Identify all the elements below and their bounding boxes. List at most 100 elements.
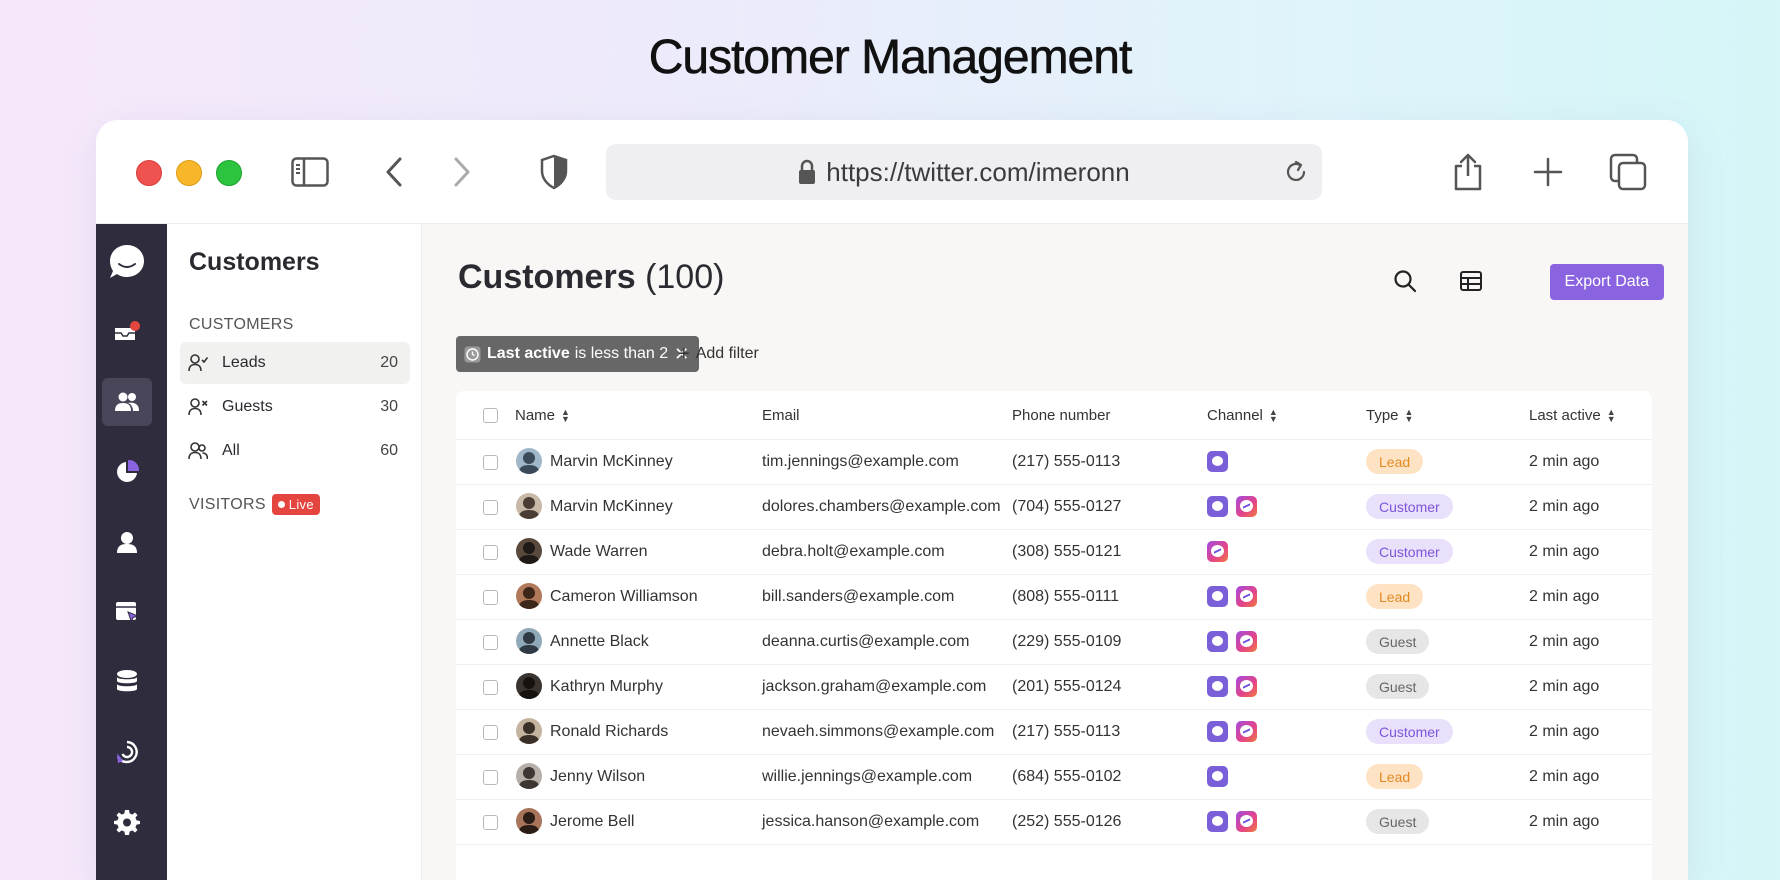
- customer-name[interactable]: Jenny Wilson: [550, 768, 645, 786]
- subnav-item-count: 20: [380, 354, 398, 371]
- subnav-title: Customers: [189, 248, 320, 276]
- table-row[interactable]: Annette Black deanna.curtis@example.com (2…: [456, 619, 1652, 665]
- reload-icon[interactable]: [1282, 158, 1310, 186]
- customer-channels: [1207, 586, 1265, 607]
- minimize-window-button[interactable]: [176, 160, 202, 186]
- customer-phone: (217) 555-0113: [1012, 723, 1121, 740]
- inbox-icon[interactable]: [102, 308, 152, 356]
- table-row[interactable]: Kathryn Murphy jackson.graham@example.com…: [456, 664, 1652, 710]
- table-icon: [1460, 271, 1482, 291]
- shield-icon[interactable]: [534, 152, 574, 192]
- database-icon[interactable]: [102, 658, 152, 706]
- type-badge: Guest: [1366, 809, 1430, 834]
- table-row[interactable]: Marvin McKinney dolores.chambers@example.…: [456, 484, 1652, 530]
- live-badge[interactable]: Live: [271, 494, 320, 515]
- column-header-name[interactable]: Name ▲ ▼: [515, 407, 570, 424]
- customer-email: jackson.graham@example.com: [762, 678, 987, 695]
- reports-pie-icon[interactable]: [102, 448, 152, 496]
- table-row[interactable]: Ronald Richards nevaeh.simmons@example.co…: [456, 709, 1652, 755]
- messenger-channel-icon: [1236, 811, 1257, 832]
- chat-channel-icon: [1207, 811, 1228, 832]
- type-badge: Lead: [1366, 449, 1424, 474]
- customer-phone: (252) 555-0126: [1012, 813, 1122, 830]
- customer-email: tim.jennings@example.com: [762, 453, 959, 470]
- close-window-button[interactable]: [136, 160, 162, 186]
- table-view-button[interactable]: [1452, 262, 1490, 300]
- customer-phone: (684) 555-0102: [1012, 768, 1122, 785]
- column-header-type[interactable]: Type ▲ ▼: [1366, 407, 1413, 424]
- share-icon[interactable]: [1448, 152, 1488, 192]
- new-tab-icon[interactable]: [1528, 152, 1568, 192]
- row-checkbox[interactable]: [483, 590, 498, 605]
- automation-icon[interactable]: [102, 728, 152, 776]
- search-button[interactable]: [1386, 262, 1424, 300]
- row-checkbox[interactable]: [483, 455, 498, 470]
- add-filter-label: Add filter: [695, 345, 759, 362]
- filter-chip-last-active[interactable]: Last active is less than 2 ✕: [456, 336, 700, 372]
- customer-name[interactable]: Marvin McKinney: [550, 498, 673, 516]
- customer-name[interactable]: Kathryn Murphy: [550, 678, 663, 696]
- row-checkbox[interactable]: [483, 500, 498, 515]
- subnav-item-guests[interactable]: Guests 30: [180, 386, 410, 428]
- avatar: [516, 493, 542, 519]
- table-row[interactable]: Cameron Williamson bill.sanders@example.c…: [456, 574, 1652, 620]
- widget-icon[interactable]: [102, 588, 152, 636]
- tabs-overview-icon[interactable]: [1608, 152, 1648, 192]
- chat-channel-icon: [1207, 586, 1228, 607]
- messenger-channel-icon: [1207, 541, 1228, 562]
- customer-channels: [1207, 721, 1265, 742]
- browser-toolbar: https://twitter.com/imeronn: [96, 120, 1688, 225]
- customer-email: jessica.hanson@example.com: [762, 813, 980, 830]
- chat-logo-icon[interactable]: [102, 238, 152, 286]
- customer-name[interactable]: Ronald Richards: [550, 723, 668, 741]
- add-filter-button[interactable]: + Add filter: [678, 336, 759, 372]
- settings-gear-icon[interactable]: [102, 798, 152, 846]
- subnav-item-all[interactable]: All 60: [180, 430, 410, 472]
- chat-channel-icon: [1207, 631, 1228, 652]
- customer-name[interactable]: Annette Black: [550, 633, 649, 651]
- table-row[interactable]: Jenny Wilson willie.jennings@example.com (…: [456, 754, 1652, 800]
- customer-count: (100): [645, 258, 725, 296]
- customer-name[interactable]: Cameron Williamson: [550, 588, 698, 606]
- customers-icon[interactable]: [102, 378, 152, 426]
- row-checkbox[interactable]: [483, 725, 498, 740]
- agent-icon[interactable]: [102, 518, 152, 566]
- customer-name[interactable]: Wade Warren: [550, 543, 648, 561]
- customer-phone: (808) 555-0111: [1012, 588, 1120, 605]
- avatar: [516, 448, 542, 474]
- avatar: [516, 628, 542, 654]
- select-all-checkbox[interactable]: [483, 408, 498, 423]
- filter-condition: is less than 2: [574, 345, 669, 362]
- subnav-item-count: 60: [380, 442, 398, 459]
- row-checkbox[interactable]: [483, 635, 498, 650]
- customer-name[interactable]: Marvin McKinney: [550, 453, 673, 471]
- main-title-text: Customers: [458, 258, 636, 296]
- column-header-channel[interactable]: Channel ▲ ▼: [1207, 407, 1278, 424]
- sidebar-toggle-icon[interactable]: [290, 152, 330, 192]
- table-row[interactable]: Marvin McKinney tim.jennings@example.com (…: [456, 439, 1652, 485]
- row-checkbox[interactable]: [483, 815, 498, 830]
- avatar: [516, 673, 542, 699]
- address-bar[interactable]: https://twitter.com/imeronn: [606, 144, 1322, 200]
- export-data-button[interactable]: Export Data: [1549, 264, 1664, 300]
- table-row[interactable]: Jerome Bell jessica.hanson@example.com (25…: [456, 799, 1652, 845]
- subnav-item-leads[interactable]: Leads 20: [180, 342, 410, 384]
- filter-field: Last active: [487, 345, 570, 362]
- type-badge: Lead: [1366, 764, 1424, 789]
- row-checkbox[interactable]: [483, 545, 498, 560]
- column-label: Channel: [1207, 407, 1263, 424]
- type-badge: Guest: [1366, 629, 1430, 654]
- customer-name[interactable]: Jerome Bell: [550, 813, 634, 831]
- column-header-last-active[interactable]: Last active ▲ ▼: [1529, 407, 1616, 424]
- type-badge: Lead: [1366, 584, 1424, 609]
- row-checkbox[interactable]: [483, 680, 498, 695]
- table-row[interactable]: Wade Warren debra.holt@example.com (308) 5…: [456, 529, 1652, 575]
- back-icon[interactable]: [374, 152, 414, 192]
- maximize-window-button[interactable]: [216, 160, 242, 186]
- customer-phone: (229) 555-0109: [1012, 633, 1122, 650]
- row-checkbox[interactable]: [483, 770, 498, 785]
- avatar: [516, 583, 542, 609]
- forward-icon[interactable]: [442, 152, 482, 192]
- column-label: Type: [1366, 407, 1399, 424]
- customers-subnav: Customers CUSTOMERS Leads 20 Guests 30 A…: [167, 224, 422, 880]
